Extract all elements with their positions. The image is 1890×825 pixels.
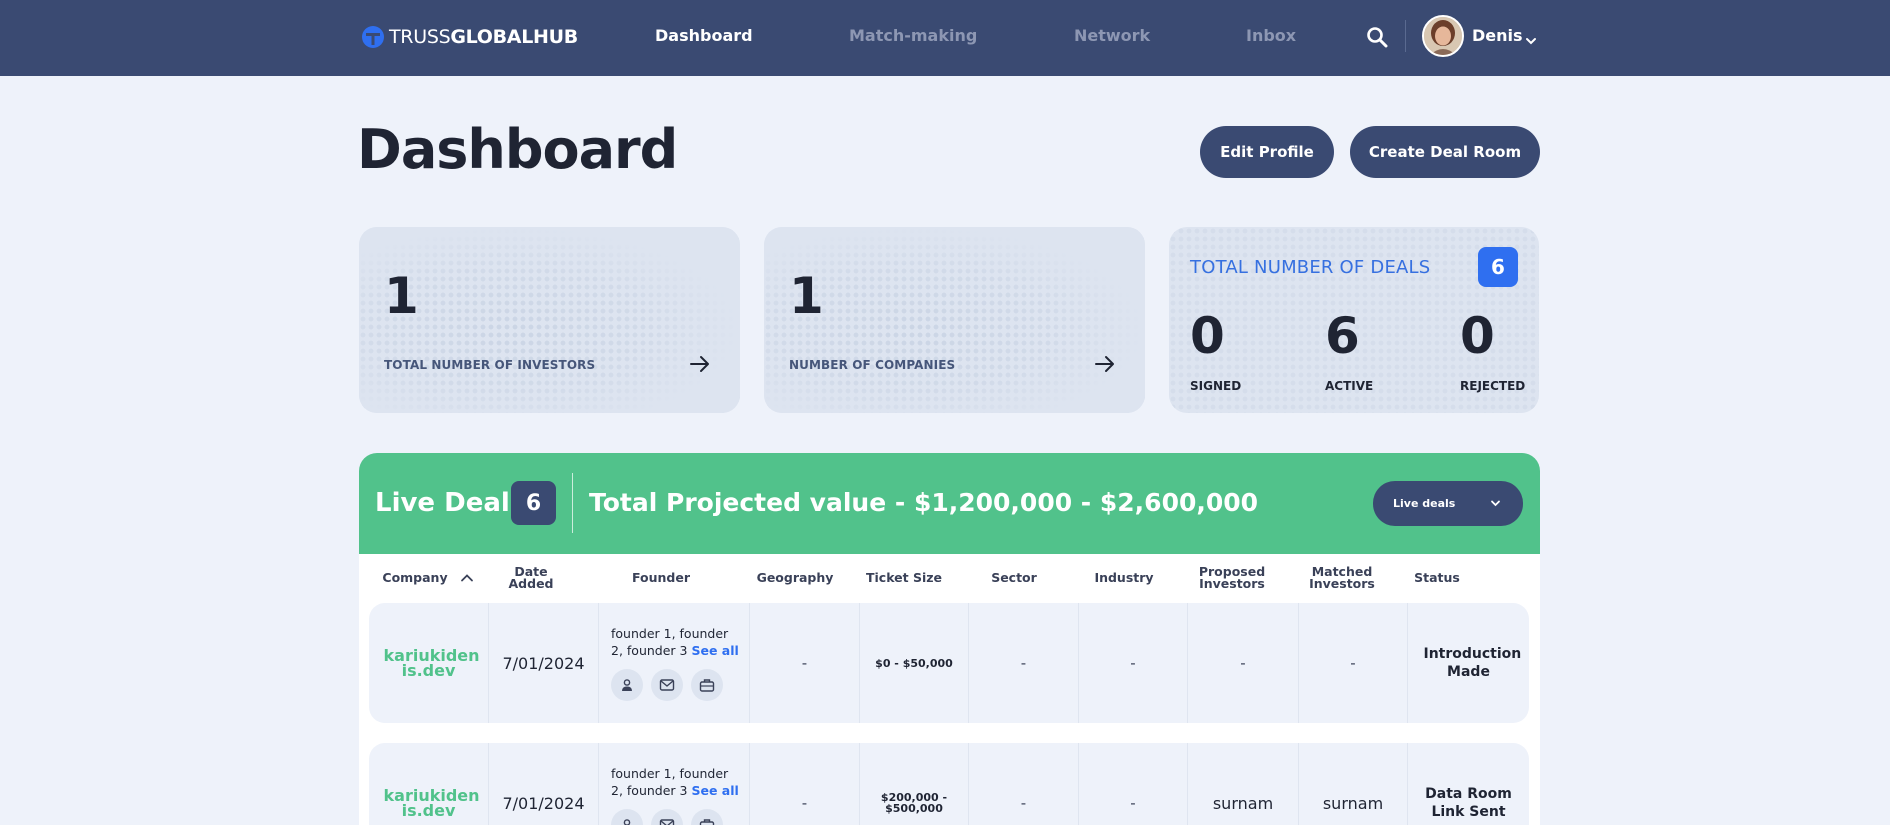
- nav-link-inbox[interactable]: Inbox: [1246, 26, 1296, 45]
- rejected-label: REJECTED: [1460, 379, 1526, 393]
- mail-icon[interactable]: [651, 669, 683, 701]
- total-projected-value: Total Projected value - $1,200,000 - $2,…: [589, 488, 1259, 517]
- industry-value: -: [1130, 654, 1136, 672]
- ticket-size-value: $0 - $50,000: [875, 656, 953, 670]
- arrow-right-icon[interactable]: [1094, 354, 1116, 374]
- mail-icon[interactable]: [651, 809, 683, 825]
- total-deals-badge: 6: [1478, 247, 1518, 287]
- total-deals-title: TOTAL NUMBER OF DEALS: [1190, 257, 1431, 278]
- column-header-status[interactable]: Status: [1397, 560, 1477, 596]
- top-navbar: TRUSSGLOBALHUB Dashboard Match-making Ne…: [0, 0, 1890, 76]
- companies-count: 1: [789, 267, 824, 325]
- page-title: Dashboard: [357, 118, 678, 181]
- status-value: Introduction Made: [1423, 646, 1522, 680]
- see-all-link[interactable]: See all: [691, 783, 738, 798]
- briefcase-icon[interactable]: [691, 669, 723, 701]
- nav-link-match-making[interactable]: Match-making: [849, 26, 977, 45]
- nav-link-dashboard[interactable]: Dashboard: [655, 26, 753, 45]
- total-deals-card: TOTAL NUMBER OF DEALS 6 0 SIGNED 6 ACTIV…: [1169, 227, 1539, 413]
- founder-cell: founder 1, founder 2, founder 3 See all: [599, 743, 750, 825]
- date-added: 7/01/2024: [502, 793, 585, 813]
- user-name[interactable]: Denis: [1472, 26, 1523, 45]
- status-value: Data Room Link Sent: [1425, 786, 1512, 820]
- logo-text: TRUSSGLOBALHUB: [389, 26, 578, 48]
- rejected-count: 0: [1460, 307, 1495, 365]
- signed-label: SIGNED: [1190, 379, 1242, 393]
- founder-cell: founder 1, founder 2, founder 3 See all: [599, 603, 750, 723]
- truss-global-hub-logo[interactable]: TRUSSGLOBALHUB: [361, 24, 578, 50]
- column-header-founder[interactable]: Founder: [591, 560, 731, 596]
- proposed-investors-value: surnam: [1212, 793, 1274, 813]
- investors-label: TOTAL NUMBER OF INVESTORS: [384, 358, 596, 372]
- ticket-size-value: $200,000 - $500,000: [880, 791, 948, 815]
- investors-card[interactable]: 1 TOTAL NUMBER OF INVESTORS: [359, 227, 740, 413]
- column-header-matched-investors[interactable]: Matched Investors: [1287, 560, 1397, 596]
- company-name-link[interactable]: kariukiden is.dev: [384, 788, 480, 819]
- companies-card[interactable]: 1 NUMBER OF COMPANIES: [764, 227, 1145, 413]
- active-stat: 6 ACTIVE: [1325, 307, 1405, 393]
- active-count: 6: [1325, 307, 1360, 365]
- matched-investors-value: -: [1350, 654, 1356, 672]
- date-added: 7/01/2024: [502, 653, 585, 673]
- chevron-down-icon: [1491, 500, 1500, 507]
- live-deals-filter-value: Live deals: [1393, 497, 1456, 510]
- column-header-company[interactable]: Company: [373, 560, 483, 596]
- rejected-stat: 0 REJECTED: [1460, 307, 1539, 393]
- signed-count: 0: [1190, 307, 1225, 365]
- geography-value: -: [801, 654, 808, 672]
- company-name-link[interactable]: kariukiden is.dev: [384, 648, 480, 679]
- profile-icon[interactable]: [611, 809, 643, 825]
- table-row[interactable]: kariukiden is.dev 7/01/2024 founder 1, f…: [369, 743, 1529, 825]
- logo-mark-icon: [361, 25, 385, 49]
- investors-count: 1: [384, 267, 419, 325]
- column-header-sector[interactable]: Sector: [959, 560, 1069, 596]
- column-header-proposed-investors[interactable]: Proposed Investors: [1177, 560, 1287, 596]
- live-deals-title: Live Deals: [375, 488, 526, 518]
- chevron-down-icon[interactable]: [1525, 31, 1537, 45]
- industry-value: -: [1130, 794, 1136, 812]
- create-deal-room-button[interactable]: Create Deal Room: [1350, 126, 1540, 178]
- briefcase-icon[interactable]: [691, 809, 723, 825]
- sort-ascending-icon[interactable]: [460, 573, 474, 583]
- search-icon[interactable]: [1366, 26, 1388, 48]
- live-deals-filter-select[interactable]: Live deals: [1373, 481, 1523, 526]
- column-header-geography[interactable]: Geography: [739, 560, 851, 596]
- column-header-industry[interactable]: Industry: [1069, 560, 1179, 596]
- live-deals-divider: [572, 473, 573, 533]
- geography-value: -: [801, 794, 808, 812]
- column-header-date-added[interactable]: Date Added: [481, 560, 581, 596]
- nav-divider: [1405, 20, 1406, 52]
- sector-value: -: [1020, 654, 1027, 672]
- nav-link-network[interactable]: Network: [1074, 26, 1150, 45]
- live-deals-table: Company Date Added Founder Geography Tic…: [359, 554, 1540, 825]
- see-all-link[interactable]: See all: [691, 643, 738, 658]
- arrow-right-icon[interactable]: [689, 354, 711, 374]
- active-label: ACTIVE: [1325, 379, 1374, 393]
- companies-label: NUMBER OF COMPANIES: [789, 358, 956, 372]
- proposed-investors-value: -: [1240, 654, 1246, 672]
- column-header-ticket-size[interactable]: Ticket Size: [849, 560, 959, 596]
- live-deals-header: Live Deals 6 Total Projected value - $1,…: [359, 453, 1540, 554]
- profile-icon[interactable]: [611, 669, 643, 701]
- live-deals-count-badge: 6: [511, 481, 556, 525]
- user-avatar[interactable]: [1422, 15, 1464, 57]
- edit-profile-button[interactable]: Edit Profile: [1200, 126, 1334, 178]
- table-row[interactable]: kariukiden is.dev 7/01/2024 founder 1, f…: [369, 603, 1529, 723]
- matched-investors-value: surnam: [1322, 793, 1384, 813]
- signed-stat: 0 SIGNED: [1190, 307, 1270, 393]
- sector-value: -: [1020, 794, 1027, 812]
